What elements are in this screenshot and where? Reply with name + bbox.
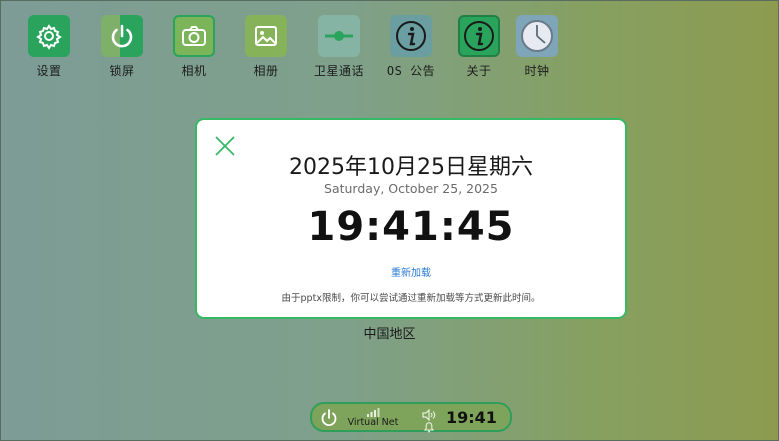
volume-icon[interactable] [422,406,436,422]
network-label: Virtual Net [347,417,399,428]
current-time: 19:41:45 [307,204,515,250]
clock-dialog: 2025年10月25日星期六 Saturday, October 25, 202… [195,118,627,319]
date-english: Saturday, October 25, 2025 [324,181,498,196]
signal-icon [367,408,380,417]
pptx-note: 由于pptx限制，你可以尝试通过重新加载等方式更新此时间。 [281,293,541,304]
camera-icon [173,15,215,57]
satellite-icon [318,15,360,57]
app-satellite-call[interactable]: 卫星通话 [303,15,375,79]
app-label: 卫星通话 [313,64,364,78]
image-icon [245,15,287,57]
power-icon[interactable] [319,408,339,428]
app-label: 时钟 [524,64,550,78]
app-settings[interactable]: 设置 [13,15,85,79]
app-label: OS 公告 [386,64,436,78]
taskbar: Virtual Net 19:41 [310,402,512,433]
reload-link[interactable]: 重新加载 [197,264,625,279]
bell-icon[interactable] [423,418,435,433]
info-icon [458,15,500,57]
app-camera[interactable]: 相机 [158,15,230,79]
gear-icon [28,15,70,57]
app-label: 相机 [181,64,207,78]
app-label: 相册 [253,64,279,78]
app-label: 设置 [36,64,62,78]
desktop-icons: 设置 锁屏 相机 相册 卫星通话 OS 公告 关于 时钟 [0,15,779,85]
app-os-announcement[interactable]: OS 公告 [375,15,447,79]
app-label: 锁屏 [109,64,135,78]
region-label: 中国地区 [363,327,416,342]
app-clock[interactable]: 时钟 [501,15,573,79]
power-icon [101,15,143,57]
info-icon [390,15,432,57]
clock-icon [516,15,558,57]
date-chinese: 2025年10月25日星期六 [289,155,533,180]
app-gallery[interactable]: 相册 [230,15,302,79]
taskbar-clock[interactable]: 19:41 [446,408,497,427]
network-status[interactable]: Virtual Net [345,407,401,431]
app-lock-screen[interactable]: 锁屏 [86,15,158,79]
